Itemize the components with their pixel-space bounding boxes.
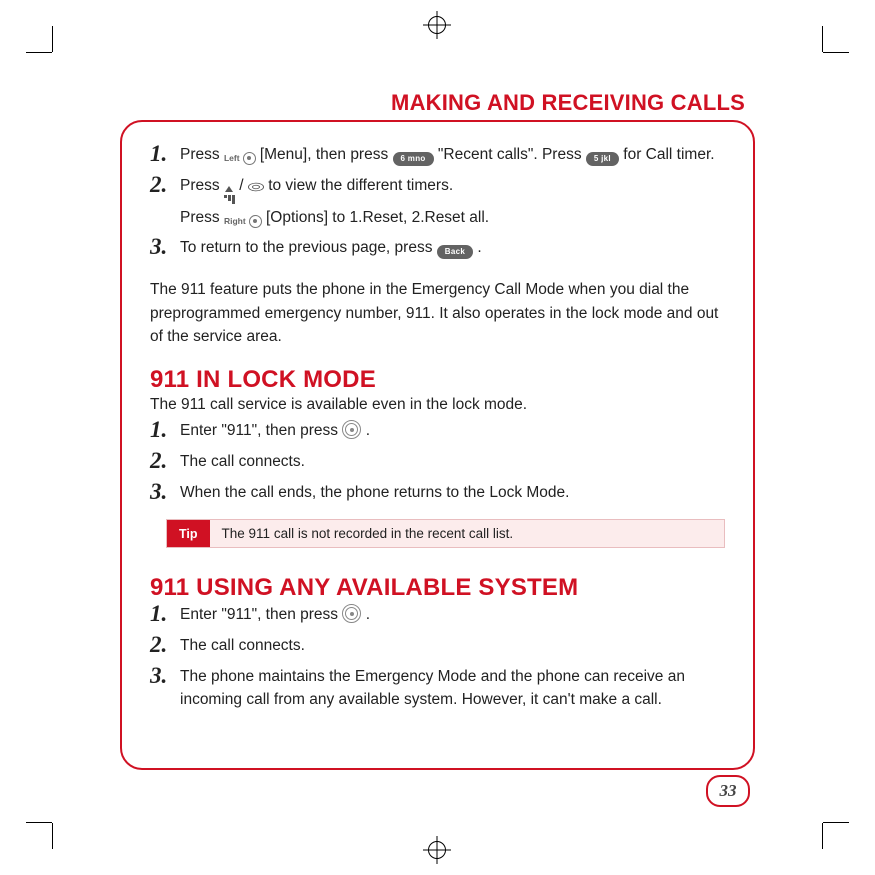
step-item: 2. The call connects. [150,635,725,658]
manual-page: MAKING AND RECEIVING CALLS 1. Press Left… [0,0,875,875]
step-item: 2. Press / to view the different timers.… [150,175,725,229]
step-text: The phone maintains the Emergency Mode a… [180,666,725,711]
crop-mark [52,823,53,849]
text: Press [180,209,220,226]
registration-icon [428,841,446,859]
step-text: When the call ends, the phone returns to… [180,482,725,504]
nav-up-down-icon [224,187,235,203]
call-button-icon [342,420,361,439]
step-list-lock: 1. Enter "911", then press . 2. The call… [150,420,725,505]
call-button-icon [342,604,361,623]
text: Press [180,177,220,194]
step-item: 1. Enter "911", then press . [150,420,725,443]
step-text: To return to the previous page, press Ba… [180,237,725,259]
text: for Call timer. [623,146,714,163]
tip-callout: Tip The 911 call is not recorded in the … [166,519,725,548]
crop-mark [26,52,52,53]
step-number: 2. [150,633,174,656]
step-item: 2. The call connects. [150,451,725,474]
step-text: The call connects. [180,451,725,473]
section-heading-any: 911 USING ANY AVAILABLE SYSTEM [150,574,725,602]
section-heading-lock: 911 IN LOCK MODE [150,366,725,394]
right-softkey-icon: Right [224,215,262,228]
text: To return to the previous page, press [180,239,432,256]
key-6-icon: 6 mno [393,152,434,166]
page-number: 33 [706,775,750,807]
text: "Recent calls". Press [438,146,582,163]
tip-badge: Tip [167,520,210,547]
step-text: Press / to view the different timers. Pr… [180,175,725,229]
step-text: The call connects. [180,635,725,657]
back-key-icon: Back [437,245,473,259]
step-number: 1. [150,418,174,441]
step-number: 1. [150,142,174,165]
step-number: 3. [150,235,174,258]
crop-mark [823,822,849,823]
step-item: 3. When the call ends, the phone returns… [150,482,725,505]
step-number: 3. [150,664,174,687]
text: [Options] to 1.Reset, 2.Reset all. [266,209,489,226]
step-number: 2. [150,173,174,196]
text: to view the different timers. [268,177,453,194]
page-title: MAKING AND RECEIVING CALLS [391,90,745,116]
text: Enter "911", then press [180,422,338,439]
step-text: Press Left [Menu], then press 6 mno "Rec… [180,144,725,166]
step-item: 1. Press Left [Menu], then press 6 mno "… [150,144,725,167]
crop-mark [823,52,849,53]
step-number: 3. [150,480,174,503]
step-text: Enter "911", then press . [180,604,725,626]
nav-up-down-icon [248,181,264,193]
registration-icon [428,16,446,34]
crop-mark [822,26,823,52]
step-list-any: 1. Enter "911", then press . 2. The call… [150,604,725,711]
text: Enter "911", then press [180,606,338,623]
step-item: 3. The phone maintains the Emergency Mod… [150,666,725,711]
text: / [239,177,243,194]
crop-mark [52,26,53,52]
text: . [366,422,370,439]
section-subtitle: The 911 call service is available even i… [150,396,725,414]
text: [Menu], then press [260,146,388,163]
step-number: 2. [150,449,174,472]
key-5-icon: 5 jkl [586,152,619,166]
text: . [366,606,370,623]
text: . [477,239,481,256]
step-list-top: 1. Press Left [Menu], then press 6 mno "… [150,144,725,260]
left-softkey-icon: Left [224,152,256,165]
step-item: 1. Enter "911", then press . [150,604,725,627]
step-number: 1. [150,602,174,625]
crop-mark [822,823,823,849]
crop-mark [26,822,52,823]
step-item: 3. To return to the previous page, press… [150,237,725,260]
content-card: 1. Press Left [Menu], then press 6 mno "… [120,120,755,770]
intro-paragraph: The 911 feature puts the phone in the Em… [150,278,725,348]
text: Press [180,146,220,163]
tip-text: The 911 call is not recorded in the rece… [210,520,526,547]
step-text: Enter "911", then press . [180,420,725,442]
